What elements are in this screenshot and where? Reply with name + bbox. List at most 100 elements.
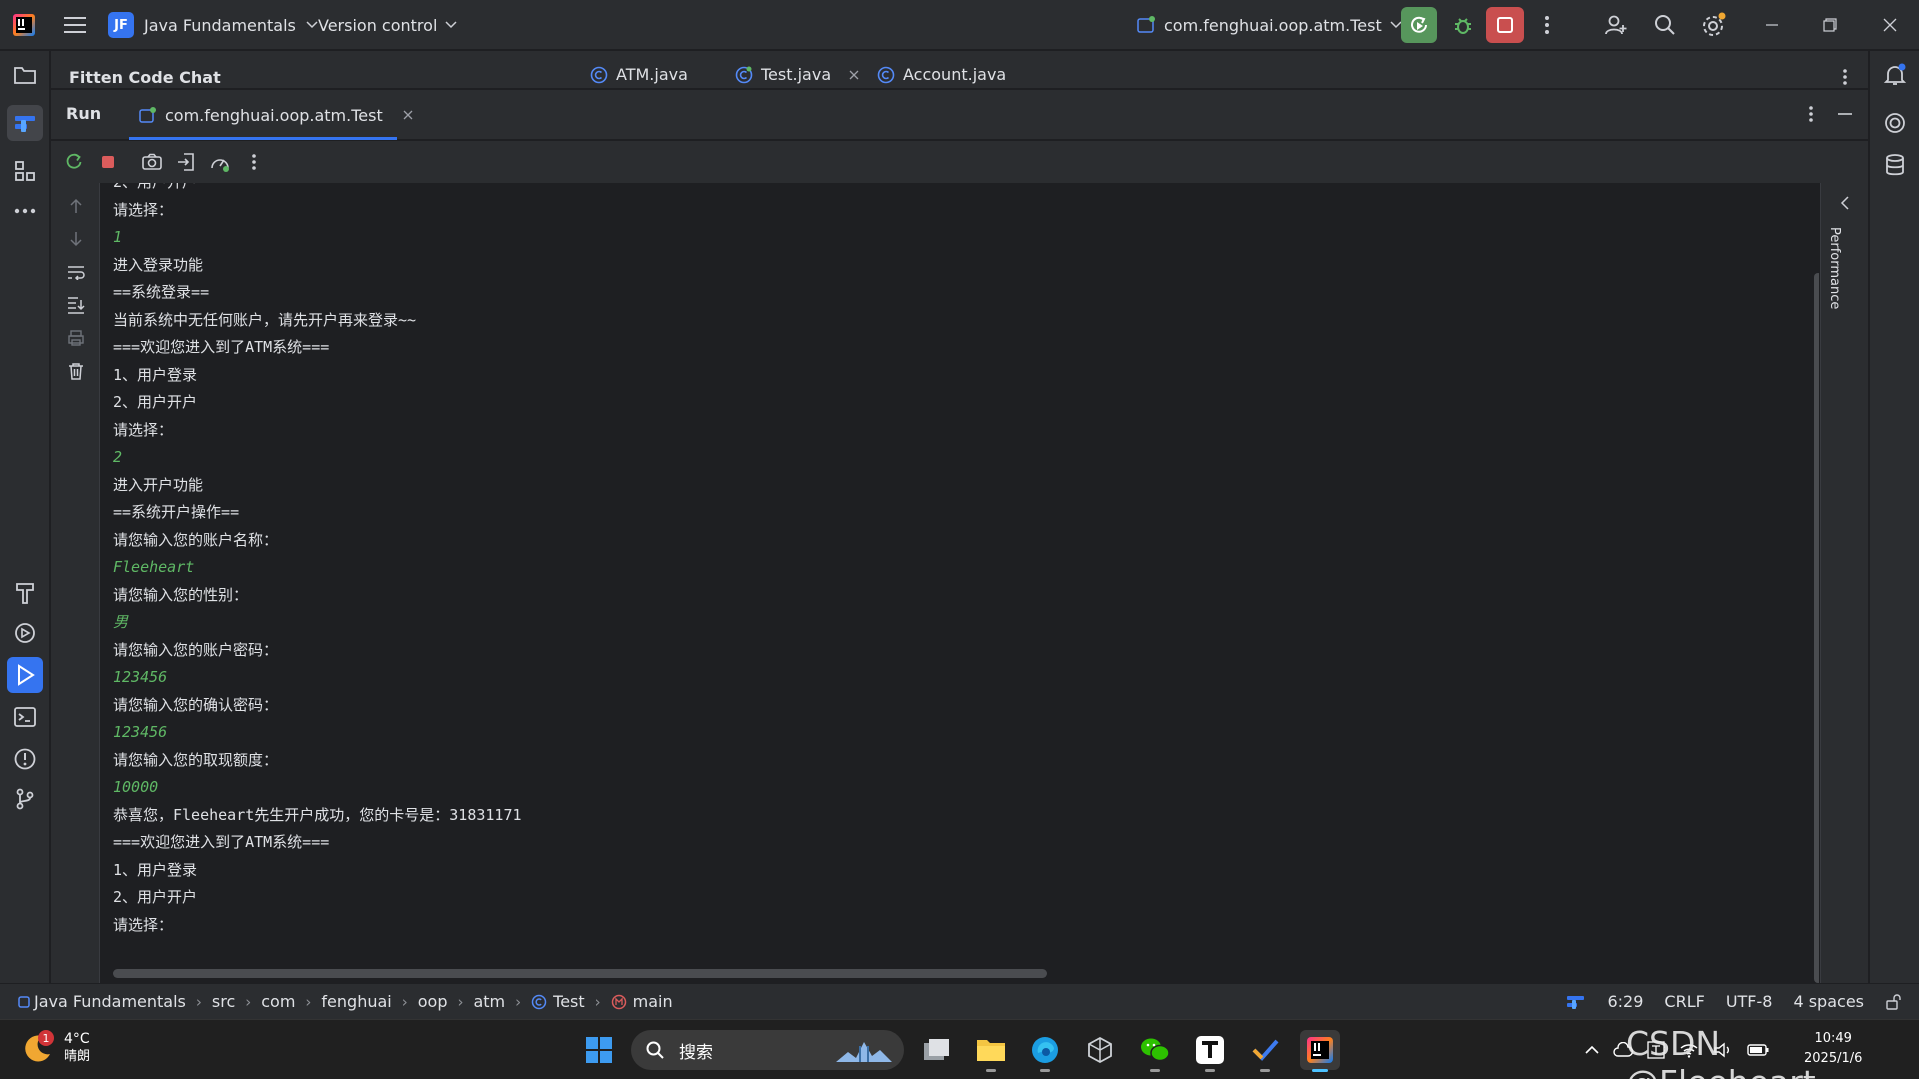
console-input-line: 男	[113, 613, 129, 631]
fitten-code-icon[interactable]	[7, 105, 43, 141]
cursor-position[interactable]: 6:29	[1607, 992, 1643, 1011]
breadcrumb-item[interactable]: oop	[418, 992, 448, 1011]
structure-icon[interactable]	[7, 153, 43, 189]
breadcrumb-item[interactable]: atm	[473, 992, 505, 1011]
run-config-selector[interactable]: com.fenghuai.oop.atm.Test	[1136, 10, 1402, 40]
title-bar: JF Java Fundamentals Version control com…	[0, 0, 1919, 50]
notifications-bell-icon[interactable]	[1877, 57, 1913, 93]
editor-tab-account[interactable]: Account.java	[877, 65, 1006, 84]
build-hammer-icon[interactable]	[7, 575, 43, 611]
console-output-line: 进入开户功能	[113, 475, 204, 494]
file-explorer-icon[interactable]	[971, 1030, 1011, 1072]
indent-setting[interactable]: 4 spaces	[1793, 992, 1864, 1011]
taskbar-search-box[interactable]: 搜索	[631, 1030, 904, 1070]
hide-panel-icon[interactable]	[1833, 102, 1857, 126]
project-folder-icon[interactable]	[7, 57, 43, 93]
breadcrumb-item[interactable]: Java Fundamentals	[34, 992, 186, 1011]
console-output[interactable]: 2、用户开户请选择： 1 进入登录功能 ==系统登录== 当前系统中无任何账户，请先开户…	[101, 183, 1819, 983]
run-tab[interactable]: com.fenghuai.oop.atm.Test	[129, 90, 413, 140]
debug-bug-icon[interactable]	[1447, 9, 1479, 41]
console-output-line: 2、用户开户	[113, 183, 522, 197]
console-output-line: 请选择：	[113, 420, 174, 439]
soft-wrap-icon[interactable]	[63, 259, 89, 285]
services-icon[interactable]	[7, 615, 43, 651]
fitten-code-chat-title: Fitten Code Chat	[69, 68, 221, 87]
left-tool-strip	[0, 51, 50, 983]
breadcrumb-item[interactable]: src	[212, 992, 235, 1011]
database-icon[interactable]	[1877, 147, 1913, 183]
unlock-icon[interactable]	[1885, 993, 1901, 1010]
horizontal-scrollbar[interactable]	[113, 969, 1047, 978]
edge-browser-icon[interactable]	[1025, 1030, 1065, 1072]
vertical-scrollbar[interactable]	[1814, 273, 1819, 983]
terminal-icon[interactable]	[7, 699, 43, 735]
arrow-down-icon[interactable]	[63, 226, 89, 252]
rerun-icon[interactable]	[61, 149, 87, 175]
project-name: Java Fundamentals	[144, 15, 296, 35]
stop-button[interactable]	[1486, 7, 1524, 43]
problems-icon[interactable]	[7, 741, 43, 777]
console-output-line: 请您输入您的账户名称：	[113, 530, 279, 549]
gear-icon[interactable]	[1699, 10, 1729, 40]
breadcrumb-item[interactable]: Test	[553, 992, 585, 1011]
close-tab-icon[interactable]	[849, 70, 859, 80]
wechat-icon[interactable]	[1135, 1030, 1175, 1072]
more-vertical-icon[interactable]	[241, 149, 267, 175]
java-class-icon	[531, 994, 547, 1010]
more-vertical-icon[interactable]	[1799, 102, 1823, 126]
add-user-icon[interactable]	[1601, 10, 1631, 40]
todo-check-icon[interactable]	[1245, 1030, 1285, 1072]
chevron-left-icon[interactable]	[1835, 193, 1855, 213]
app-gem-icon[interactable]	[1080, 1030, 1120, 1070]
typora-icon[interactable]	[1190, 1030, 1230, 1072]
profiler-gauge-icon[interactable]	[207, 149, 233, 175]
restore-icon[interactable]	[1815, 10, 1845, 40]
breadcrumb-item[interactable]: com	[261, 992, 295, 1011]
intellij-taskbar-icon[interactable]	[1300, 1030, 1340, 1072]
weather-widget[interactable]: 1 4°C 晴朗	[22, 1030, 90, 1066]
exit-icon[interactable]	[173, 149, 199, 175]
performance-label[interactable]: Performance	[1827, 227, 1842, 309]
close-tab-icon[interactable]	[403, 110, 413, 120]
line-separator[interactable]: CRLF	[1664, 992, 1704, 1011]
chevron-down-icon	[445, 21, 457, 29]
status-bar: Java Fundamentals › src › com › fenghuai…	[0, 983, 1919, 1019]
run-config-icon	[1136, 15, 1156, 35]
console-output-line: 请您输入您的账户密码：	[113, 640, 279, 659]
trash-icon[interactable]	[63, 358, 89, 384]
chevron-down-icon	[306, 21, 318, 29]
print-icon[interactable]	[63, 325, 89, 351]
stop-icon[interactable]	[95, 149, 121, 175]
task-view-icon[interactable]	[917, 1030, 957, 1070]
camera-dump-icon[interactable]	[139, 149, 165, 175]
run-config-icon	[139, 106, 157, 124]
close-icon[interactable]	[1875, 10, 1905, 40]
hamburger-menu-icon[interactable]	[62, 12, 88, 38]
editor-tab-test[interactable]: Test.java	[735, 65, 859, 84]
more-horizontal-icon[interactable]	[7, 193, 43, 229]
editor-tab-atm[interactable]: ATM.java	[590, 65, 688, 84]
search-icon[interactable]	[1650, 10, 1680, 40]
project-widget[interactable]: JF Java Fundamentals	[108, 10, 318, 40]
minimize-icon[interactable]	[1757, 10, 1787, 40]
more-vertical-icon[interactable]	[1535, 10, 1559, 40]
chevron-up-icon[interactable]	[1585, 1045, 1599, 1055]
weather-description: 晴朗	[64, 1049, 91, 1064]
weather-badge: 1	[38, 1030, 54, 1046]
breadcrumb-item[interactable]: fenghuai	[321, 992, 391, 1011]
windows-start-icon[interactable]	[579, 1030, 619, 1070]
file-encoding[interactable]: UTF-8	[1726, 992, 1773, 1011]
scroll-to-end-icon[interactable]	[63, 292, 89, 318]
run-tool-icon[interactable]	[7, 657, 43, 693]
run-toolbar	[51, 141, 1868, 183]
ai-assistant-icon[interactable]	[1877, 105, 1913, 141]
version-control-widget[interactable]: Version control	[318, 10, 457, 40]
breadcrumb-item[interactable]: main	[633, 992, 673, 1011]
arrow-up-icon[interactable]	[63, 193, 89, 219]
git-branch-icon[interactable]	[7, 781, 43, 817]
fitten-status-icon[interactable]	[1566, 994, 1586, 1010]
intellij-logo-icon[interactable]	[12, 13, 36, 37]
rerun-button[interactable]	[1401, 7, 1437, 43]
running-indicator	[986, 1069, 996, 1072]
more-vertical-icon[interactable]	[1833, 65, 1857, 89]
